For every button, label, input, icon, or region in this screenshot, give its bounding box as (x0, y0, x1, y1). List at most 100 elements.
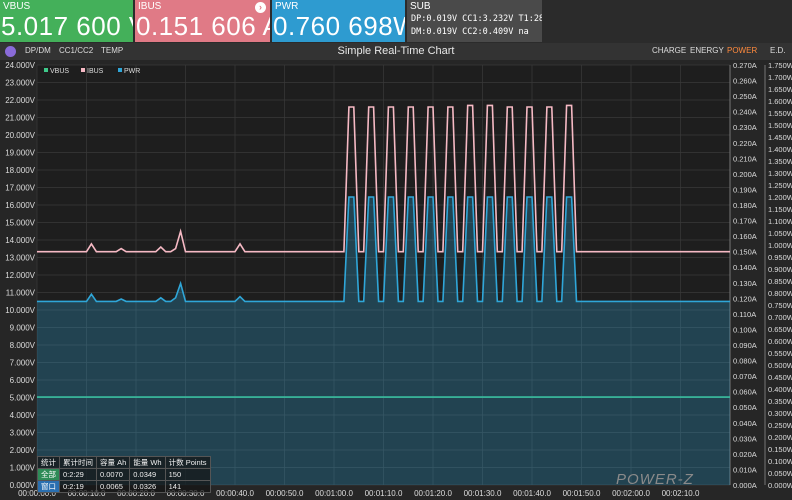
y-right-tick-label: 0.100W (768, 457, 792, 466)
y-mid-tick-label: 0.270A (733, 61, 757, 70)
y-right-tick-label: 1.250W (768, 181, 792, 190)
y-mid-tick-label: 0.250A (733, 92, 757, 101)
y-right-tick-label: 1.150W (768, 205, 792, 214)
y-left-tick-label: 20.000V (5, 131, 35, 140)
y-left-tick-label: 10.000V (5, 306, 35, 315)
y-left-tick-label: 13.000V (5, 254, 35, 263)
y-mid-tick-label: 0.190A (733, 185, 757, 194)
tab-charge[interactable]: CHARGE (652, 46, 686, 55)
y-mid-tick-label: 0.100A (733, 325, 757, 334)
y-right-tick-label: 1.350W (768, 157, 792, 166)
y-right-tick-label: 0.900W (768, 265, 792, 274)
y-right-tick-label: 1.100W (768, 217, 792, 226)
y-right-tick-label: 0.700W (768, 313, 792, 322)
y-left-tick-label: 15.000V (5, 219, 35, 228)
y-right-tick-label: 0.250W (768, 421, 792, 430)
y-mid-tick-label: 0.070A (733, 372, 757, 381)
y-right-tick-label: 0.000W (768, 481, 792, 490)
stats-cell: 窗口 (37, 480, 60, 493)
y-right-tick-label: 1.750W (768, 61, 792, 70)
stats-table: 统计 累计时间 容量 Ah 能量 Wh 计数 Points 全部 0:2:29 … (37, 456, 211, 493)
stats-cell: 0.0070 (95, 468, 131, 481)
tab-energy[interactable]: ENERGY (690, 46, 724, 55)
y-right-tick-label: 0.500W (768, 361, 792, 370)
stats-cell: 141 (164, 480, 211, 493)
y-right-tick-label: 1.600W (768, 97, 792, 106)
y-right-tick-label: 1.000W (768, 241, 792, 250)
vbus-value: 5.017 600 V (1, 11, 133, 41)
y-left-tick-label: 7.000V (10, 359, 36, 368)
pwr-tile[interactable]: PWR 0.760 698W (272, 0, 405, 42)
y-mid-tick-label: 0.120A (733, 294, 757, 303)
y-left-tick-label: 12.000V (5, 271, 35, 280)
y-left-tick-label: 9.000V (10, 324, 36, 333)
stats-cell: 全部 (37, 468, 60, 481)
realtime-chart[interactable]: 0.000V1.000V2.000V3.000V4.000V5.000V6.00… (0, 60, 792, 500)
stats-row-all: 全部 0:2:29 0.0070 0.0349 150 (37, 468, 211, 481)
y-left-tick-label: 3.000V (10, 429, 36, 438)
stats-header: 统计 (37, 456, 60, 469)
x-tick-label: 00:02:00.0 (612, 489, 650, 498)
sub-line-2: DM:0.019V CC2:0.409V na (411, 27, 529, 37)
y-right-tick-label: 0.650W (768, 325, 792, 334)
legend-swatch (44, 68, 48, 72)
y-mid-tick-label: 0.000A (733, 481, 757, 490)
x-tick-label: 00:01:30.0 (464, 489, 502, 498)
sub-label: SUB (410, 1, 431, 12)
stats-header: 计数 Points (164, 456, 211, 469)
tab-power[interactable]: POWER (727, 46, 757, 55)
x-tick-label: 00:02:10.0 (662, 489, 700, 498)
chart-toolbar: DP/DM CC1/CC2 TEMP Simple Real-Time Char… (0, 43, 792, 61)
y-right-tick-label: 0.150W (768, 445, 792, 454)
y-left-tick-label: 16.000V (5, 201, 35, 210)
y-left-tick-label: 5.000V (10, 394, 36, 403)
stats-header: 容量 Ah (95, 456, 131, 469)
sub-line-1: DP:0.019V CC1:3.232V T1:28.72°C (411, 14, 542, 24)
y-mid-tick-label: 0.010A (733, 465, 757, 474)
sub-tile[interactable]: SUB DP:0.019V CC1:3.232V T1:28.72°C DM:0… (407, 0, 542, 42)
y-mid-tick-label: 0.050A (733, 403, 757, 412)
y-right-tick-label: 1.200W (768, 193, 792, 202)
y-right-tick-label: 1.550W (768, 109, 792, 118)
y-mid-tick-label: 0.030A (733, 434, 757, 443)
y-right-tick-label: 1.500W (768, 121, 792, 130)
y-right-tick-label: 0.950W (768, 253, 792, 262)
ibus-value: 0.151 606 A (136, 11, 270, 41)
legend-label[interactable]: VBUS (50, 68, 69, 75)
y-mid-tick-label: 0.060A (733, 388, 757, 397)
x-tick-label: 00:01:40.0 (513, 489, 551, 498)
x-tick-label: 00:01:10.0 (365, 489, 403, 498)
x-tick-label: 00:01:00.0 (315, 489, 353, 498)
y-right-tick-label: 0.050W (768, 469, 792, 478)
y-right-tick-label: 0.600W (768, 337, 792, 346)
legend-label[interactable]: PWR (124, 68, 140, 75)
y-mid-tick-label: 0.130A (733, 279, 757, 288)
y-right-tick-label: 0.450W (768, 373, 792, 382)
legend-swatch (81, 68, 85, 72)
y-left-tick-label: 23.000V (5, 79, 35, 88)
y-left-tick-label: 8.000V (10, 341, 36, 350)
y-left-tick-label: 17.000V (5, 184, 35, 193)
y-mid-tick-label: 0.110A (733, 310, 756, 319)
stats-cell: 0.0326 (129, 480, 166, 493)
y-left-tick-label: 19.000V (5, 149, 35, 158)
x-tick-label: 00:00:50.0 (266, 489, 304, 498)
x-tick-label: 00:01:50.0 (563, 489, 601, 498)
x-tick-label: 00:00:40.0 (216, 489, 254, 498)
ibus-tile[interactable]: IBUS › 0.151 606 A (135, 0, 270, 42)
y-right-tick-label: 0.300W (768, 409, 792, 418)
y-left-tick-label: 21.000V (5, 114, 35, 123)
stats-header-row: 统计 累计时间 容量 Ah 能量 Wh 计数 Points (37, 456, 211, 469)
stats-row-window: 窗口 0:2:19 0.0065 0.0326 141 (37, 480, 211, 493)
vbus-tile[interactable]: VBUS 5.017 600 V (0, 0, 133, 42)
y-right-tick-label: 0.550W (768, 349, 792, 358)
y-mid-tick-label: 0.220A (733, 139, 757, 148)
pwr-value: 0.760 698W (273, 11, 405, 41)
legend-label[interactable]: IBUS (87, 68, 104, 75)
y-left-tick-label: 22.000V (5, 96, 35, 105)
tab-ed[interactable]: E.D. (770, 46, 786, 55)
y-mid-tick-label: 0.020A (733, 450, 757, 459)
y-right-tick-label: 1.450W (768, 133, 792, 142)
y-left-tick-label: 14.000V (5, 236, 35, 245)
y-left-tick-label: 24.000V (5, 61, 35, 70)
